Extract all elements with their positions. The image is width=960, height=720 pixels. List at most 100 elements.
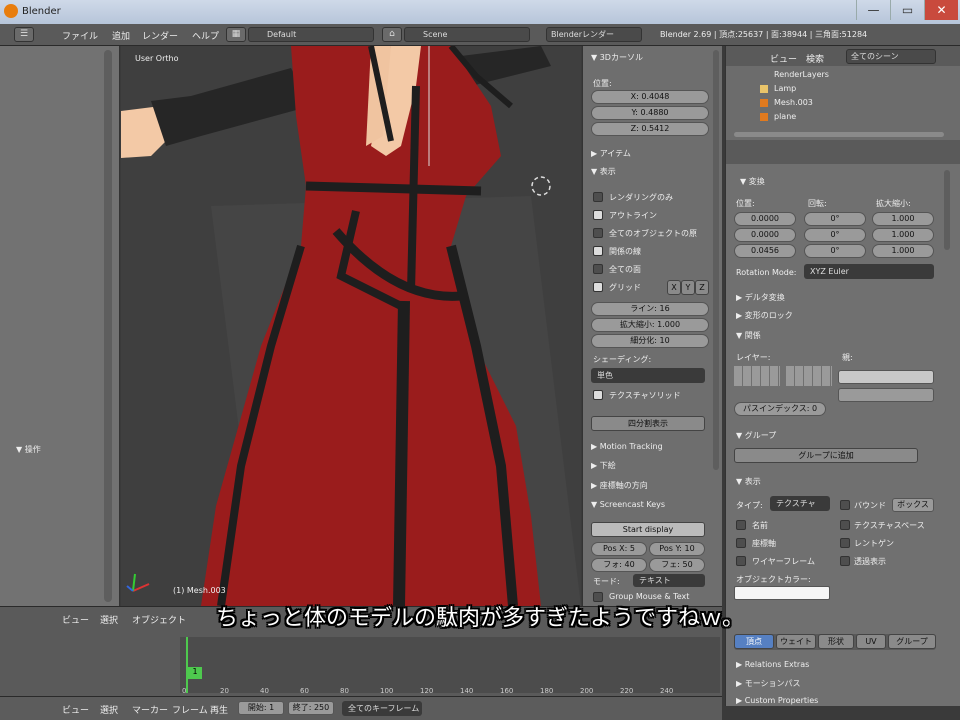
scene-selector[interactable]: Scene (404, 27, 530, 42)
menu-help[interactable]: ヘルプ (192, 29, 219, 42)
relations-panel-header[interactable]: ▼ 関係 (736, 330, 761, 341)
current-frame-line[interactable] (186, 637, 188, 693)
timeline-area[interactable] (180, 637, 720, 693)
tab-vertex[interactable]: 頂点 (734, 634, 774, 649)
scale-x-field[interactable]: 1.000 (872, 212, 934, 226)
background-images-header[interactable]: ▶ 下絵 (591, 460, 616, 471)
location-z-field[interactable]: 0.0456 (734, 244, 796, 258)
outliner-scrollbar[interactable] (734, 132, 944, 137)
start-frame-field[interactable]: 開始: 1 (238, 701, 284, 715)
groups-panel-header[interactable]: ▼ グループ (736, 430, 776, 441)
add-to-group-button[interactable]: グループに追加 (734, 448, 918, 463)
outliner-item-renderlayers[interactable]: RenderLayers (774, 70, 829, 79)
start-display-button[interactable]: Start display (591, 522, 705, 537)
bottom-menu-select[interactable]: 選択 (100, 703, 118, 716)
tool-shelf-scrollbar[interactable] (104, 50, 112, 602)
close-button[interactable]: ✕ (924, 0, 958, 20)
transform-locks-header[interactable]: ▶ 変形のロック (736, 310, 793, 321)
screencast-keys-header[interactable]: ▼ Screencast Keys (591, 500, 665, 509)
npanel-scrollbar[interactable] (713, 50, 719, 470)
bottom-menu-frame[interactable]: フレーム (172, 703, 208, 716)
bottom-menu-playback[interactable]: 再生 (210, 703, 228, 716)
properties-scrollbar[interactable] (944, 170, 950, 250)
grid-axis-z-toggle[interactable]: Z (695, 280, 709, 295)
outline-checkbox[interactable] (593, 210, 603, 220)
outliner-menu-search[interactable]: 検索 (806, 52, 824, 65)
layout-selector[interactable]: Default (248, 27, 374, 42)
render-engine-selector[interactable]: Blenderレンダー (546, 27, 642, 42)
transform-panel-header[interactable]: ▼ 変換 (740, 176, 765, 187)
grid-lines-field[interactable]: ライン: 16 (591, 302, 709, 316)
axis-checkbox[interactable] (736, 538, 746, 548)
operator-panel-header[interactable]: ▼ 操作 (16, 444, 41, 455)
grid-axis-x-toggle[interactable]: X (667, 280, 681, 295)
3d-viewport[interactable]: User Ortho (1) Mesh.003 (121, 46, 581, 606)
wireframe-checkbox[interactable] (736, 556, 746, 566)
pos-y-field[interactable]: Pos Y: 10 (649, 542, 705, 556)
minimize-button[interactable]: — (856, 0, 890, 20)
layer-buttons-group-2[interactable] (786, 366, 832, 386)
shading-selector[interactable]: 単色 (591, 368, 705, 383)
tab-shape[interactable]: 形状 (818, 634, 854, 649)
display-panel-header[interactable]: ▼ 表示 (736, 476, 761, 487)
bottom-menu-view[interactable]: ビュー (62, 703, 89, 716)
object-color-swatch[interactable] (734, 586, 830, 600)
menu-file[interactable]: ファイル (62, 29, 98, 42)
cursor-y-field[interactable]: Y: 0.4880 (591, 106, 709, 120)
transform-orientation-header[interactable]: ▶ 座標軸の方向 (591, 480, 648, 491)
pass-index-field[interactable]: パスインデックス: 0 (734, 402, 826, 416)
fade-time-field[interactable]: フェ: 50 (649, 558, 705, 572)
toggle-quad-view-button[interactable]: 四分割表示 (591, 416, 705, 431)
tab-group[interactable]: グループ (888, 634, 936, 649)
cursor-x-field[interactable]: X: 0.4048 (591, 90, 709, 104)
mode-selector[interactable]: テキスト (633, 574, 705, 587)
all-edges-checkbox[interactable] (593, 228, 603, 238)
rotation-y-field[interactable]: 0° (804, 228, 866, 242)
parent-field[interactable] (838, 370, 934, 384)
outliner-menu-view[interactable]: ビュー (770, 52, 797, 65)
outliner-item-plane[interactable]: plane (774, 112, 796, 121)
relations-extras-header[interactable]: ▶ Relations Extras (736, 660, 809, 669)
delta-transform-header[interactable]: ▶ デルタ変換 (736, 292, 785, 303)
motion-tracking-header[interactable]: ▶ Motion Tracking (591, 442, 663, 451)
grid-floor-checkbox[interactable] (593, 282, 603, 292)
editor-type-icon[interactable]: ☰ (14, 27, 34, 42)
properties-context-tabs[interactable] (726, 140, 960, 164)
motion-paths-header[interactable]: ▶ モーションパス (736, 678, 801, 689)
outliner-filter-selector[interactable]: 全てのシーン (846, 49, 936, 64)
menu-add[interactable]: 追加 (112, 29, 130, 42)
grid-axis-y-toggle[interactable]: Y (681, 280, 695, 295)
cursor-panel-header[interactable]: ▼ 3Dカーソル (591, 52, 643, 63)
cursor-z-field[interactable]: Z: 0.5412 (591, 122, 709, 136)
xray-checkbox[interactable] (840, 538, 850, 548)
display-type-selector[interactable]: テクスチャ (770, 496, 830, 511)
tab-uv[interactable]: UV (856, 634, 886, 649)
layout-icon[interactable]: ▦ (226, 27, 246, 42)
location-x-field[interactable]: 0.0000 (734, 212, 796, 226)
location-y-field[interactable]: 0.0000 (734, 228, 796, 242)
transparency-checkbox[interactable] (840, 556, 850, 566)
end-frame-field[interactable]: 終了: 250 (288, 701, 334, 715)
rotation-x-field[interactable]: 0° (804, 212, 866, 226)
outliner-item-lamp[interactable]: Lamp (774, 84, 796, 93)
parent-type-field[interactable] (838, 388, 934, 402)
outliner-item-mesh[interactable]: Mesh.003 (774, 98, 813, 107)
scene-icon[interactable]: ⌂ (382, 27, 402, 42)
only-render-checkbox[interactable] (593, 192, 603, 202)
tab-weight[interactable]: ウェイト (776, 634, 816, 649)
pos-x-field[interactable]: Pos X: 5 (591, 542, 647, 556)
all-z-checkbox[interactable] (593, 264, 603, 274)
keying-set-selector[interactable]: 全てのキーフレーム (342, 701, 422, 716)
display-panel-header[interactable]: ▼ 表示 (591, 166, 616, 177)
scale-y-field[interactable]: 1.000 (872, 228, 934, 242)
bounds-checkbox[interactable] (840, 500, 850, 510)
grid-scale-field[interactable]: 拡大縮小: 1.000 (591, 318, 709, 332)
menu-render[interactable]: レンダー (142, 29, 178, 42)
relationship-checkbox[interactable] (593, 246, 603, 256)
rotation-z-field[interactable]: 0° (804, 244, 866, 258)
name-checkbox[interactable] (736, 520, 746, 530)
textured-solid-checkbox[interactable] (593, 390, 603, 400)
font-size-field[interactable]: フォ: 40 (591, 558, 647, 572)
scale-z-field[interactable]: 1.000 (872, 244, 934, 258)
item-panel-header[interactable]: ▶ アイテム (591, 148, 631, 159)
